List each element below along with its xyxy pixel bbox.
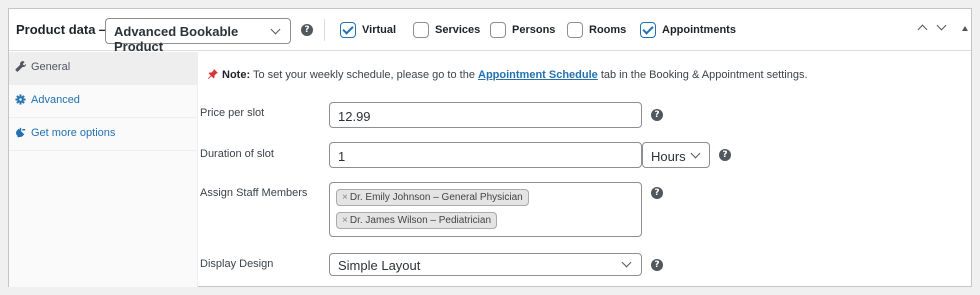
product-data-header: Product data — Advanced Bookable Product… — [9, 9, 971, 54]
tab-get-more-options[interactable]: Get more options — [9, 118, 198, 151]
tab-advanced[interactable]: Advanced — [9, 85, 198, 118]
design-value: Simple Layout — [338, 258, 421, 273]
price-label: Price per slot — [200, 107, 265, 119]
option-label: Rooms — [589, 24, 627, 36]
divider — [324, 19, 325, 41]
help-icon[interactable]: ? — [301, 24, 313, 36]
staff-tag[interactable]: × Dr. Emily Johnson – General Physician — [336, 189, 529, 206]
move-down-button[interactable] — [935, 20, 949, 36]
help-icon[interactable]: ? — [651, 259, 663, 271]
option-label: Services — [435, 24, 481, 36]
chevron-down-icon — [621, 257, 632, 268]
option-label: Persons — [512, 24, 556, 36]
tab-general[interactable]: General — [9, 52, 198, 85]
duration-label: Duration of slot — [200, 148, 274, 160]
rooms-checkbox[interactable] — [567, 22, 583, 38]
help-icon[interactable]: ? — [651, 109, 663, 121]
move-up-button[interactable] — [916, 22, 930, 36]
toggle-panel-icon[interactable] — [962, 26, 968, 31]
note-prefix: Note: — [222, 69, 251, 81]
chevron-down-icon — [936, 20, 947, 31]
staff-members-select[interactable]: × Dr. Emily Johnson – General Physician ×… — [329, 182, 642, 237]
appointment-schedule-link[interactable]: Appointment Schedule — [478, 69, 598, 81]
design-label: Display Design — [200, 258, 274, 270]
option-label: Appointments — [662, 24, 736, 36]
staff-tag-label: Dr. Emily Johnson – General Physician — [349, 192, 523, 203]
product-type-select[interactable]: Advanced Bookable Product — [105, 18, 291, 54]
duration-input[interactable]: 1 — [329, 142, 642, 168]
chevron-up-icon — [917, 24, 928, 35]
price-per-slot-input[interactable]: 12.99 — [329, 102, 642, 128]
product-data-tabs: General Advanced Get more options — [9, 52, 198, 287]
chevron-down-icon — [690, 148, 701, 159]
persons-checkbox[interactable] — [490, 22, 506, 38]
help-icon[interactable]: ? — [719, 149, 731, 161]
tab-label: Get more options — [31, 127, 116, 139]
pin-icon — [208, 69, 218, 79]
duration-unit-value: Hours — [651, 149, 686, 164]
staff-label: Assign Staff Members — [200, 187, 308, 199]
remove-icon[interactable]: × — [342, 192, 348, 203]
staff-tag[interactable]: × Dr. James Wilson – Pediatrician — [336, 212, 498, 229]
option-label: Virtual — [362, 24, 397, 36]
tab-label: General — [31, 61, 71, 73]
price-value: 12.99 — [338, 109, 371, 124]
schedule-note: Note: To set your weekly schedule, pleas… — [208, 69, 808, 81]
staff-tag-label: Dr. James Wilson – Pediatrician — [349, 215, 492, 226]
services-checkbox[interactable] — [413, 22, 429, 38]
duration-value: 1 — [338, 149, 346, 164]
gear-icon — [15, 94, 26, 105]
note-text: To set your weekly schedule, please go t… — [250, 69, 478, 81]
display-design-select[interactable]: Simple Layout — [329, 253, 642, 276]
appointments-checkbox[interactable] — [640, 22, 656, 38]
wrench-icon — [15, 61, 26, 72]
help-icon[interactable]: ? — [651, 187, 663, 199]
panel-title: Product data — — [16, 22, 113, 37]
plug-icon — [16, 127, 26, 138]
tab-label: Advanced — [31, 94, 80, 106]
virtual-checkbox[interactable] — [340, 22, 356, 38]
duration-unit-select[interactable]: Hours — [642, 142, 710, 168]
note-text: tab in the Booking & Appointment setting… — [597, 69, 808, 81]
product-type-value: Advanced Bookable Product — [114, 24, 239, 54]
remove-icon[interactable]: × — [342, 215, 348, 226]
